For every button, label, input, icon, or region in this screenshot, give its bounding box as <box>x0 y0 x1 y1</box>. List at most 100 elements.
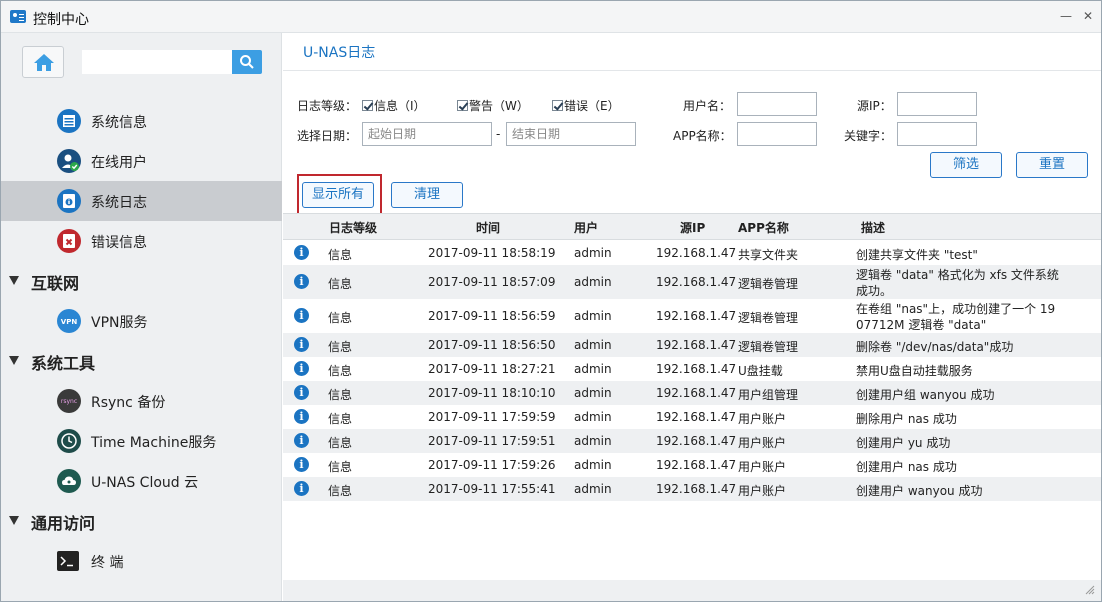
cell-level: 信息 <box>328 311 353 325</box>
table-row[interactable]: i 信息 2017-09-11 18:58:19 admin 192.168.1.47 共… <box>283 241 1101 265</box>
table-row[interactable]: i 信息 2017-09-11 17:59:59 admin 192.168.1.47 用… <box>283 405 1101 429</box>
column-header-level[interactable]: 日志等级 <box>329 219 377 236</box>
sidebar-item-label: VPN服务 <box>91 315 148 331</box>
keyword-input[interactable] <box>897 122 977 146</box>
home-button[interactable] <box>22 46 64 78</box>
cell-source-ip: 192.168.1.47 <box>656 362 737 376</box>
group-general-access[interactable]: 通用访问 <box>1 501 282 541</box>
column-header-user[interactable]: 用户 <box>574 219 598 236</box>
sidebar-item-unas-cloud[interactable]: U-NAS Cloud 云 <box>1 461 282 501</box>
cell-description: 创建用户 nas 成功 <box>856 460 957 474</box>
cell-source-ip: 192.168.1.47 <box>656 338 737 352</box>
cell-user: admin <box>574 434 612 448</box>
source-ip-input[interactable] <box>897 92 977 116</box>
close-icon[interactable]: ✕ <box>1079 7 1097 25</box>
cell-time: 2017-09-11 18:58:19 <box>428 246 556 260</box>
table-row[interactable]: i 信息 2017-09-11 18:56:50 admin 192.168.1.47 逻… <box>283 333 1101 357</box>
cell-app-name: 用户账户 <box>738 484 787 498</box>
cell-time: 2017-09-11 17:59:51 <box>428 434 556 448</box>
level-error-checkbox[interactable]: 错误（E） <box>552 97 620 114</box>
sidebar-item-online-users[interactable]: 在线用户 <box>1 141 282 181</box>
show-all-button[interactable]: 显示所有 <box>302 182 374 208</box>
table-row[interactable]: i 信息 2017-09-11 18:56:59 admin 192.168.1.47 逻… <box>283 299 1101 333</box>
control-center-icon <box>10 10 26 23</box>
column-header-app-name[interactable]: APP名称 <box>738 219 789 236</box>
cell-app-name: 用户组管理 <box>738 388 799 402</box>
sidebar-item-label: 系统日志 <box>91 195 147 211</box>
cell-time: 2017-09-11 18:57:09 <box>428 275 556 289</box>
info-icon: i <box>294 457 309 472</box>
sidebar-item-label: 错误信息 <box>91 235 147 251</box>
cell-app-name: 用户账户 <box>738 460 787 474</box>
column-header-description[interactable]: 描述 <box>861 219 885 236</box>
cloud-icon <box>57 469 81 493</box>
clear-button[interactable]: 清理 <box>391 182 463 208</box>
sidebar-item-vpn[interactable]: VPN VPN服务 <box>1 301 282 341</box>
cell-user: admin <box>574 386 612 400</box>
system-info-icon <box>57 109 81 133</box>
date-separator: - <box>496 127 501 141</box>
cell-description: 创建共享文件夹 "test" <box>856 248 978 262</box>
table-row[interactable]: i 信息 2017-09-11 17:55:41 admin 192.168.1.47 用… <box>283 477 1101 501</box>
table-row[interactable]: i 信息 2017-09-11 18:57:09 admin 192.168.1.47 逻… <box>283 265 1101 299</box>
terminal-icon <box>57 551 79 571</box>
checkbox-checked-icon <box>457 100 468 111</box>
filter-button[interactable]: 筛选 <box>930 152 1002 178</box>
table-row[interactable]: i 信息 2017-09-11 18:10:10 admin 192.168.1.47 用… <box>283 381 1101 405</box>
cell-description-continued: 07712M 逻辑卷 "data" <box>856 318 987 332</box>
sidebar-item-terminal[interactable]: 终 端 <box>1 541 282 581</box>
sidebar-item-label: 系统信息 <box>91 115 147 131</box>
username-input[interactable] <box>737 92 817 116</box>
cell-level: 信息 <box>328 484 353 498</box>
table-row[interactable]: i 信息 2017-09-11 17:59:51 admin 192.168.1.47 用… <box>283 429 1101 453</box>
checkbox-label: 警告（W） <box>469 99 529 113</box>
level-info-checkbox[interactable]: 信息（I） <box>362 97 426 114</box>
page-title: U-NAS日志 <box>303 45 376 61</box>
sidebar-item-time-machine[interactable]: Time Machine服务 <box>1 421 282 461</box>
column-header-source-ip[interactable]: 源IP <box>680 219 705 236</box>
cell-level: 信息 <box>328 436 353 450</box>
table-row[interactable]: i 信息 2017-09-11 18:27:21 admin 192.168.1.47 U… <box>283 357 1101 381</box>
cell-user: admin <box>574 362 612 376</box>
group-system-tools[interactable]: 系统工具 <box>1 341 282 381</box>
table-row[interactable]: i 信息 2017-09-11 17:59:26 admin 192.168.1.47 用… <box>283 453 1101 477</box>
search-input[interactable] <box>82 50 232 74</box>
start-date-input[interactable] <box>362 122 492 146</box>
sidebar-item-system-info[interactable]: 系统信息 <box>1 101 282 141</box>
minimize-icon[interactable]: — <box>1057 7 1075 25</box>
home-icon <box>34 54 54 71</box>
cell-app-name: 共享文件夹 <box>738 248 799 262</box>
info-icon: i <box>294 308 309 323</box>
reset-button[interactable]: 重置 <box>1016 152 1088 178</box>
info-icon: i <box>294 337 309 352</box>
sidebar-item-rsync[interactable]: rsync Rsync 备份 <box>1 381 282 421</box>
level-warning-checkbox[interactable]: 警告（W） <box>457 97 529 114</box>
group-label: 通用访问 <box>31 514 96 533</box>
cell-app-name: 逻辑卷管理 <box>738 340 799 354</box>
rsync-icon: rsync <box>57 389 81 413</box>
chevron-down-icon <box>9 356 19 365</box>
checkbox-label: 错误（E） <box>564 99 620 113</box>
group-internet[interactable]: 互联网 <box>1 261 282 301</box>
keyword-label: 关键字： <box>844 129 893 143</box>
sidebar-item-system-log[interactable]: 系统日志 <box>1 181 282 221</box>
cell-level: 信息 <box>328 340 353 354</box>
page-title-bar: U-NAS日志 <box>283 33 1101 71</box>
cell-time: 2017-09-11 18:27:21 <box>428 362 556 376</box>
control-center-window: 控制中心 — ✕ 系统信息 在线用户 系统日志 错误信息 互联网 VPN VPN… <box>0 0 1102 602</box>
sidebar-item-error-info[interactable]: 错误信息 <box>1 221 282 261</box>
resize-grip-icon[interactable] <box>1085 585 1095 595</box>
end-date-input[interactable] <box>506 122 636 146</box>
info-icon: i <box>294 361 309 376</box>
system-log-icon <box>57 189 81 213</box>
cell-app-name: 用户账户 <box>738 436 787 450</box>
app-name-input[interactable] <box>737 122 817 146</box>
column-header-time[interactable]: 时间 <box>476 219 500 236</box>
info-icon: i <box>294 481 309 496</box>
sidebar-item-label: Rsync 备份 <box>91 395 166 411</box>
cell-user: admin <box>574 275 612 289</box>
search-button[interactable] <box>232 50 262 74</box>
cell-user: admin <box>574 458 612 472</box>
cell-user: admin <box>574 338 612 352</box>
cell-time: 2017-09-11 18:10:10 <box>428 386 556 400</box>
